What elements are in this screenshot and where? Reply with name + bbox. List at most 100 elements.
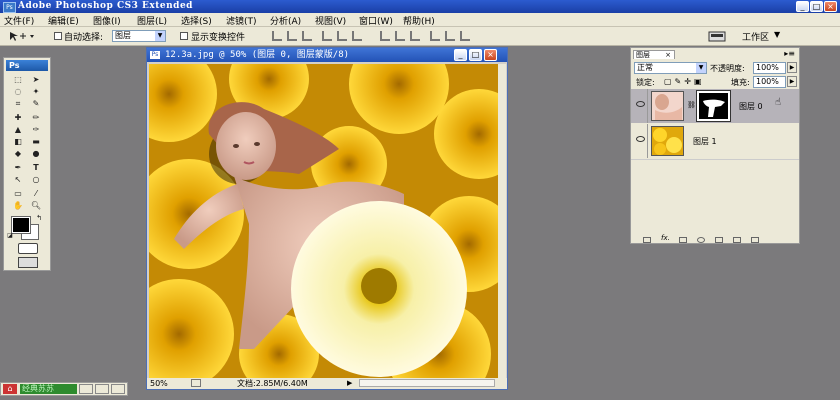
align-vcenter-icon[interactable] xyxy=(287,31,297,41)
close-icon[interactable]: × xyxy=(665,51,671,60)
image-canvas[interactable] xyxy=(149,64,498,378)
distribute-hcenter-icon[interactable] xyxy=(445,31,455,41)
menu-file[interactable]: 文件(F) xyxy=(4,14,34,27)
blur-tool-icon[interactable]: ◆ xyxy=(10,148,26,159)
crop-tool-icon[interactable]: ⌗ xyxy=(10,98,26,109)
marquee-tool-icon[interactable]: ⬚ xyxy=(10,74,26,85)
doc-maximize-button[interactable]: □ xyxy=(469,49,482,61)
quick-mask-icon[interactable] xyxy=(18,243,38,254)
link-layers-icon[interactable] xyxy=(643,237,651,243)
align-hcenter-icon[interactable] xyxy=(337,31,347,41)
taskbar-button-3[interactable] xyxy=(111,384,125,394)
layer-row-0[interactable]: ⛓︎ 图层 0 ☝ xyxy=(631,89,799,123)
pen-tool-icon[interactable]: ✒ xyxy=(10,162,26,173)
menu-analysis[interactable]: 分析(A) xyxy=(270,14,301,27)
adjustment-layer-icon[interactable] xyxy=(697,237,705,243)
screen-mode-icon[interactable] xyxy=(18,257,38,268)
menu-layer[interactable]: 图层(L) xyxy=(137,14,167,27)
horizontal-scrollbar[interactable] xyxy=(359,379,495,387)
new-layer-icon[interactable] xyxy=(733,237,741,243)
distribute-top-icon[interactable] xyxy=(380,31,390,41)
status-icon[interactable] xyxy=(191,379,201,387)
fx-icon[interactable]: fx. xyxy=(661,234,670,242)
maximize-button[interactable]: □ xyxy=(810,1,823,12)
eye-icon[interactable] xyxy=(636,136,645,142)
vertical-scrollbar[interactable] xyxy=(498,64,506,378)
home-icon[interactable]: ⌂ xyxy=(3,384,17,394)
layer-name: 图层 0 xyxy=(739,102,763,111)
workspace-icon[interactable] xyxy=(708,30,728,42)
distribute-right-icon[interactable] xyxy=(460,31,470,41)
align-bottom-icon[interactable] xyxy=(302,31,312,41)
auto-select-checkbox[interactable] xyxy=(54,32,62,40)
auto-select-dropdown[interactable]: 图层 ▼ xyxy=(112,30,166,42)
lasso-tool-icon[interactable]: ◌ xyxy=(10,86,26,97)
taskbar-label[interactable]: 经典苏苏 xyxy=(20,384,77,394)
history-brush-tool-icon[interactable]: ✑ xyxy=(28,124,44,135)
status-menu-arrow-icon[interactable]: ▶ xyxy=(347,378,352,389)
healing-brush-tool-icon[interactable]: ✚ xyxy=(10,112,26,123)
zoom-tool-icon[interactable]: 🔍︎ xyxy=(28,200,44,211)
distribute-vcenter-icon[interactable] xyxy=(395,31,405,41)
hand-tool-icon[interactable]: ✋ xyxy=(10,200,26,211)
workspace-button[interactable]: 工作区 xyxy=(742,30,769,43)
doc-minimize-button[interactable]: _ xyxy=(454,49,467,61)
align-top-icon[interactable] xyxy=(272,31,282,41)
menu-view[interactable]: 视图(V) xyxy=(315,14,346,27)
menu-image[interactable]: 图像(I) xyxy=(93,14,121,27)
blend-mode-value: 正常 xyxy=(637,63,653,72)
opacity-slider-arrow-icon[interactable]: ▶ xyxy=(787,62,797,73)
align-left-icon[interactable] xyxy=(322,31,332,41)
tab-layers[interactable]: 图层 × xyxy=(633,50,675,59)
trash-icon[interactable] xyxy=(751,237,759,243)
gradient-tool-icon[interactable]: ▬ xyxy=(28,136,44,147)
dodge-tool-icon[interactable]: ● xyxy=(28,148,44,159)
distribute-left-icon[interactable] xyxy=(430,31,440,41)
eraser-tool-icon[interactable]: ◧ xyxy=(10,136,26,147)
align-right-icon[interactable] xyxy=(352,31,362,41)
path-selection-tool-icon[interactable]: ↖ xyxy=(10,174,26,185)
chevron-down-icon: ▼ xyxy=(696,63,706,73)
auto-select-label: 自动选择: xyxy=(64,33,104,43)
notes-tool-icon[interactable]: ▭ xyxy=(10,188,26,199)
zoom-level[interactable]: 50% xyxy=(150,378,168,389)
layer-row-1[interactable]: 图层 1 xyxy=(631,124,799,158)
link-icon[interactable]: ⛓︎ xyxy=(687,101,696,109)
opacity-field[interactable]: 100% xyxy=(753,62,786,74)
slice-tool-icon[interactable]: ✎ xyxy=(28,98,44,109)
swap-colors-icon[interactable]: ↰ xyxy=(34,213,44,224)
blend-mode-dropdown[interactable]: 正常 ▼ xyxy=(634,62,707,74)
layer-mask-thumbnail[interactable] xyxy=(696,90,731,122)
panel-menu-icon[interactable]: ▸≡ xyxy=(784,49,795,58)
fill-slider-arrow-icon[interactable]: ▶ xyxy=(787,76,797,87)
group-icon[interactable] xyxy=(715,237,723,243)
menu-select[interactable]: 选择(S) xyxy=(181,14,212,27)
menu-window[interactable]: 窗口(W) xyxy=(359,14,393,27)
layer-name: 图层 1 xyxy=(693,137,717,146)
show-transform-checkbox[interactable] xyxy=(180,32,188,40)
default-colors-icon[interactable]: ◪ xyxy=(5,230,15,241)
clone-stamp-tool-icon[interactable]: ▲ xyxy=(10,124,26,135)
magic-wand-tool-icon[interactable]: ✦ xyxy=(28,86,44,97)
shape-tool-icon[interactable]: ○ xyxy=(28,174,44,185)
menu-help[interactable]: 帮助(H) xyxy=(403,14,435,27)
minimize-button[interactable]: _ xyxy=(796,1,809,12)
lock-icons[interactable]: ▢✎✛▣ xyxy=(664,77,705,86)
move-tool-preset-icon[interactable] xyxy=(8,30,36,42)
show-transform-label: 显示变换控件 xyxy=(191,33,246,43)
add-mask-icon[interactable] xyxy=(679,237,687,243)
eye-icon[interactable] xyxy=(636,101,645,107)
brush-tool-icon[interactable]: ✏ xyxy=(28,112,44,123)
doc-close-button[interactable]: × xyxy=(484,49,497,61)
layer-0-thumbnail xyxy=(651,91,684,121)
taskbar-button-1[interactable] xyxy=(79,384,93,394)
fill-field[interactable]: 100% xyxy=(753,76,786,88)
menu-filter[interactable]: 滤镜(T) xyxy=(226,14,257,27)
distribute-bottom-icon[interactable] xyxy=(410,31,420,41)
type-tool-icon[interactable]: T xyxy=(28,162,44,173)
taskbar-button-2[interactable] xyxy=(95,384,109,394)
eyedropper-tool-icon[interactable]: ⁄ xyxy=(28,188,44,199)
close-button[interactable]: × xyxy=(824,1,837,12)
menu-edit[interactable]: 编辑(E) xyxy=(48,14,79,27)
move-tool-icon[interactable]: ➤ xyxy=(28,74,44,85)
